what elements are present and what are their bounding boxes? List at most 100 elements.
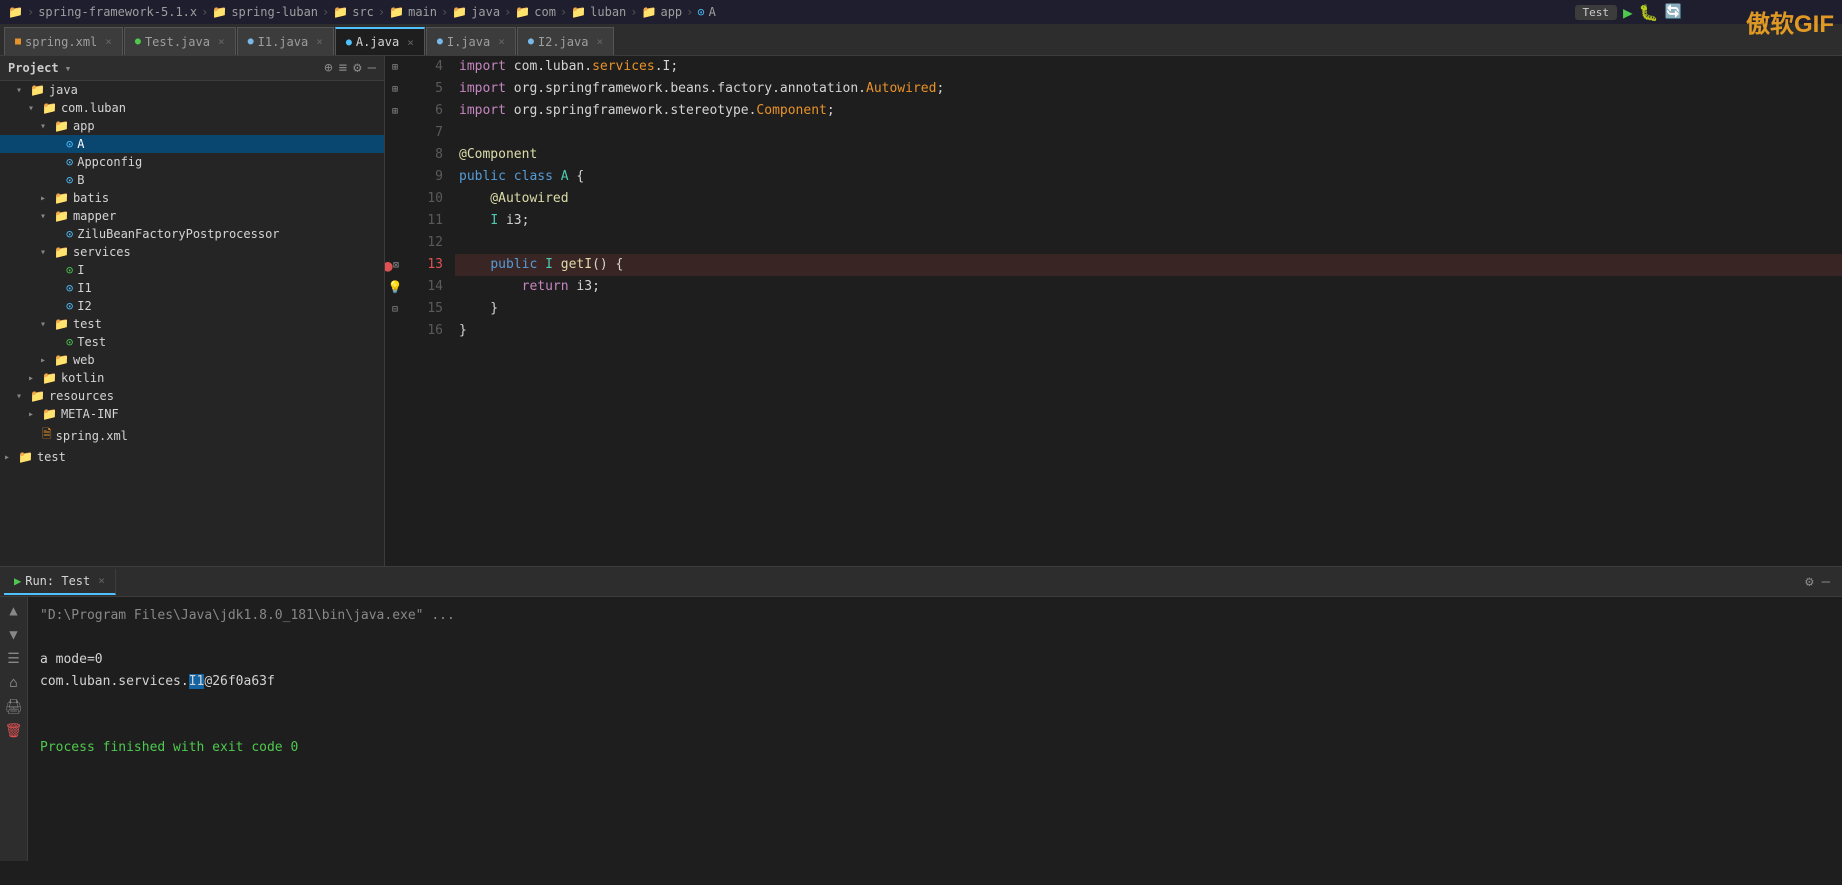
fold-icon-15[interactable]: ⊟ [392, 304, 398, 315]
tab-test-java-close[interactable]: × [218, 35, 225, 48]
line-num-10: 10 [405, 188, 443, 210]
tree-item-java[interactable]: ▾ 📁 java [0, 81, 384, 99]
token-public-9: public [459, 166, 506, 188]
bc-app-label: app [660, 5, 682, 19]
bottom-settings-icon[interactable]: ⚙ [1805, 574, 1813, 590]
bc-sep9: › [686, 5, 693, 19]
token-type-I-13: I [545, 254, 553, 276]
tree-label-web: web [73, 353, 95, 367]
sidebar-collapse-icon[interactable]: ≡ [339, 60, 347, 76]
tree-item-com-luban[interactable]: ▾ 📁 com.luban [0, 99, 384, 117]
bc-luban[interactable]: 📁 [571, 5, 586, 19]
console-down-btn[interactable]: ▼ [4, 625, 23, 645]
token-import-4: import [459, 56, 506, 78]
tree-label-B: B [77, 173, 84, 187]
debug-button[interactable]: 🐛 [1639, 3, 1659, 22]
xml-file-icon: ■ [15, 36, 21, 47]
tree-item-app[interactable]: ▾ 📁 app [0, 117, 384, 135]
tree-item-I2[interactable]: ▸ ⊙ I2 [0, 297, 384, 315]
breakpoint-icon-13[interactable]: ● [385, 256, 393, 275]
bc-project-item[interactable]: 📁 [8, 5, 23, 19]
bc-a-class[interactable]: ⊙ [697, 5, 704, 19]
bottom-tab-run-test[interactable]: ▶ Run: Test × [4, 569, 116, 595]
fold-icon-5[interactable]: ⊞ [392, 84, 398, 95]
folder-resources-icon: 📁 [30, 389, 45, 403]
tab-test-java[interactable]: ● Test.java × [124, 27, 236, 55]
tree-label-batis: batis [73, 191, 109, 205]
tab-a-java[interactable]: ● A.java × [335, 27, 425, 55]
bc-com[interactable]: 📁 [515, 5, 530, 19]
console-delete-btn[interactable]: 🗑 [4, 721, 23, 741]
sidebar-settings-icon[interactable]: ⚙ [353, 60, 361, 76]
fold-icon-6[interactable]: ⊞ [392, 106, 398, 117]
token-services-4: services [592, 56, 655, 78]
bc-java[interactable]: 📁 [452, 5, 467, 19]
bc-main[interactable]: 📁 [389, 5, 404, 19]
tab-i2-java-close[interactable]: × [596, 35, 603, 48]
test-java-icon: ● [135, 36, 141, 47]
tab-spring-xml-close[interactable]: × [105, 35, 112, 48]
bottom-minimize-icon[interactable]: — [1822, 574, 1830, 590]
tree-item-services[interactable]: ▾ 📁 services [0, 243, 384, 261]
console-lines-btn[interactable]: ☰ [4, 649, 23, 669]
code-content[interactable]: import com.luban. services .I; import or… [455, 56, 1842, 566]
tree-item-zilubeanfactorypostprocessor[interactable]: ▸ ⊙ ZiluBeanFactoryPostprocessor [0, 225, 384, 243]
sidebar-dropdown-icon[interactable]: ▾ [65, 62, 72, 75]
console-print-btn[interactable]: 🖨 [4, 697, 23, 717]
console-up-btn[interactable]: ▲ [4, 601, 23, 621]
tab-i1-java-close[interactable]: × [316, 35, 323, 48]
sidebar-close-icon[interactable]: — [368, 60, 376, 76]
bc-spring-luban[interactable]: 📁 [212, 5, 227, 19]
coverage-button[interactable]: 🔄 [1665, 4, 1682, 20]
bc-spring-framework[interactable]: spring-framework-5.1.x [38, 5, 197, 19]
tree-item-test[interactable]: ▾ 📁 test [0, 315, 384, 333]
console-line-1: "D:\Program Files\Java\jdk1.8.0_181\bin\… [40, 605, 1830, 627]
tree-item-I[interactable]: ▸ ⊙ I [0, 261, 384, 279]
tree-item-B[interactable]: ▸ ⊙ B [0, 171, 384, 189]
fold-icon-4[interactable]: ⊞ [392, 62, 398, 73]
tree-item-test-root[interactable]: ▸ 📁 test [0, 448, 384, 466]
tab-i1-java[interactable]: ● I1.java × [237, 27, 334, 55]
bottom-tab-run-close[interactable]: × [98, 574, 105, 587]
tab-i2-java[interactable]: ● I2.java × [517, 27, 614, 55]
folder-java-icon: 📁 [30, 83, 45, 97]
bc-src[interactable]: 📁 [333, 5, 348, 19]
tree-item-batis[interactable]: ▸ 📁 batis [0, 189, 384, 207]
line-num-8: 8 [405, 144, 443, 166]
tree-label-A: A [77, 137, 84, 151]
line-num-7: 7 [405, 122, 443, 144]
tree-item-web[interactable]: ▸ 📁 web [0, 351, 384, 369]
run-config-dropdown[interactable]: Test [1575, 5, 1618, 20]
sidebar-locate-icon[interactable]: ⊕ [324, 60, 332, 76]
tree-label-I1: I1 [77, 281, 91, 295]
code-line-10: @Autowired [455, 188, 1842, 210]
tree-item-kotlin[interactable]: ▸ 📁 kotlin [0, 369, 384, 387]
file-I1-icon: ⊙ [66, 281, 73, 295]
bc-app[interactable]: 📁 [642, 5, 657, 19]
tree-item-A[interactable]: ▸ ⊙ A [0, 135, 384, 153]
tab-i-java[interactable]: ● I.java × [426, 27, 516, 55]
bc-sep3: › [322, 5, 329, 19]
run-button[interactable]: ▶ [1623, 3, 1633, 22]
bc-sep7: › [560, 5, 567, 19]
folder-mapper-icon: 📁 [54, 209, 69, 223]
tree-item-appconfig[interactable]: ▸ ⊙ Appconfig [0, 153, 384, 171]
gutter-5: ⊞ [385, 78, 405, 100]
tree-item-Test[interactable]: ▸ ⊙ Test [0, 333, 384, 351]
tree-item-resources[interactable]: ▾ 📁 resources [0, 387, 384, 405]
tree-item-meta-inf[interactable]: ▸ 📁 META-INF [0, 405, 384, 423]
fold-icon-13[interactable]: ⊠ [393, 260, 399, 271]
code-line-14: return i3; [455, 276, 1842, 298]
tree-item-mapper[interactable]: ▾ 📁 mapper [0, 207, 384, 225]
tab-spring-xml[interactable]: ■ spring.xml × [4, 27, 123, 55]
tree-item-spring-xml[interactable]: ▸ 🗎 spring.xml [0, 423, 384, 448]
console-wrap-btn[interactable]: ⌂ [4, 673, 23, 693]
code-line-16: } [455, 320, 1842, 342]
code-line-8: @Component [455, 144, 1842, 166]
console-line-5 [40, 693, 1830, 715]
tab-i-java-close[interactable]: × [498, 35, 505, 48]
tree-label-java: java [49, 83, 78, 97]
tree-label-mapper: mapper [73, 209, 116, 223]
tree-item-I1[interactable]: ▸ ⊙ I1 [0, 279, 384, 297]
tab-a-java-close[interactable]: × [407, 36, 414, 49]
